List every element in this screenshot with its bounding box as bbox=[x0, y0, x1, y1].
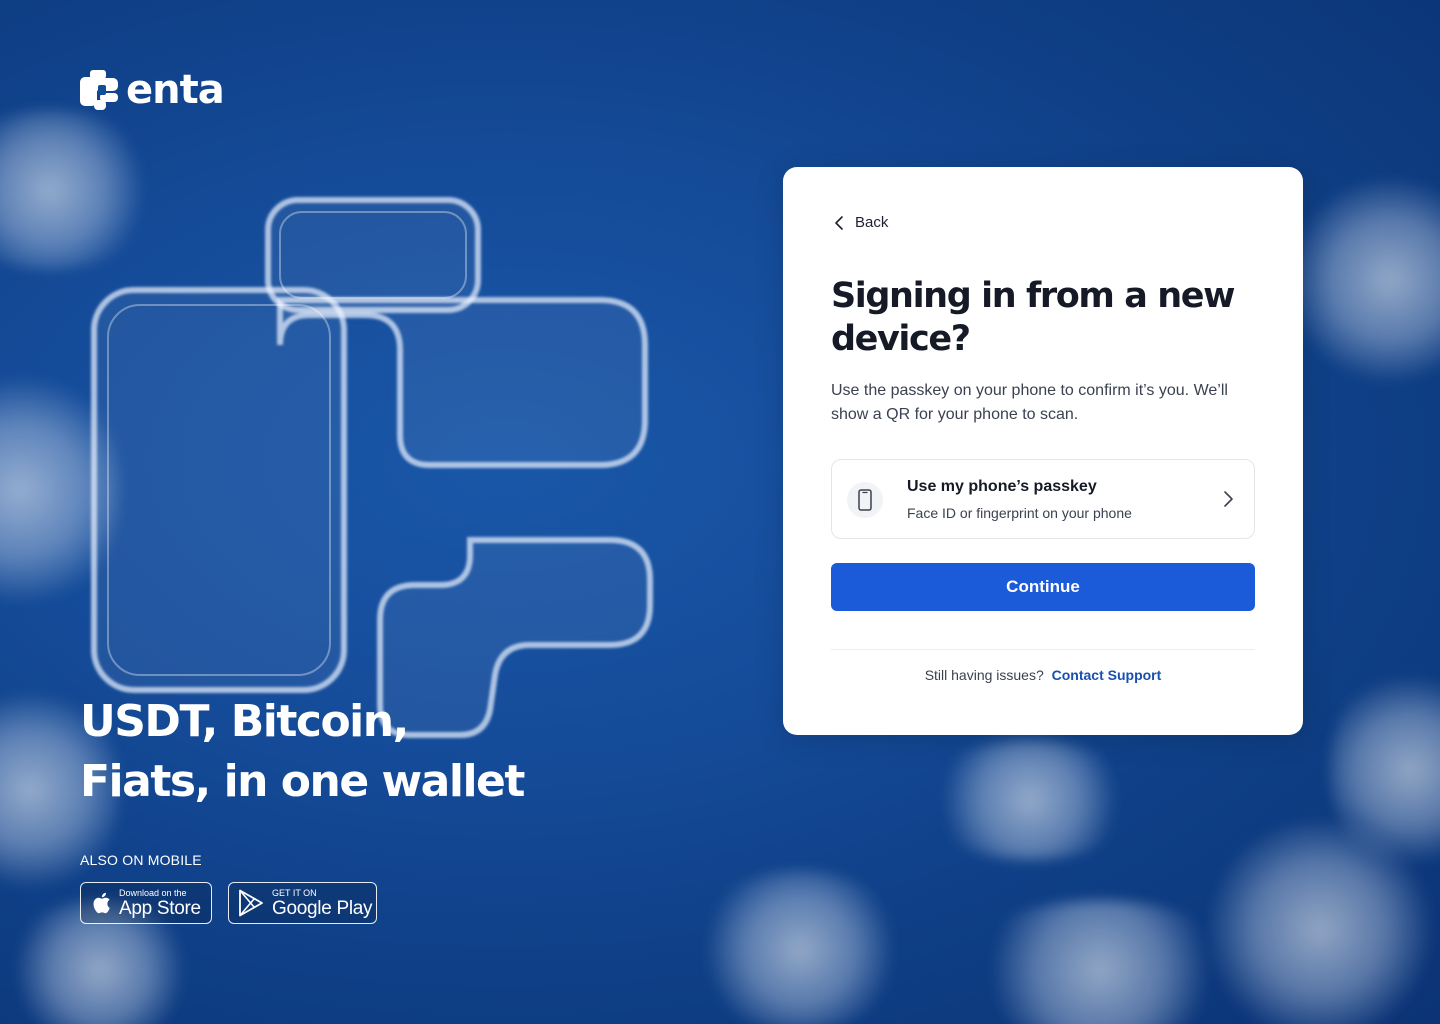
glass-logo-mark-icon bbox=[91, 197, 653, 738]
back-button[interactable]: Back bbox=[833, 214, 888, 231]
contact-support-link[interactable]: Contact Support bbox=[1052, 667, 1162, 683]
cloud bbox=[960, 900, 1240, 1024]
cloud bbox=[690, 870, 910, 1024]
option-title: Use my phone’s passkey bbox=[907, 478, 1097, 495]
support-row: Still having issues? Contact Support bbox=[783, 667, 1303, 683]
app-store-big-text: App Store bbox=[119, 897, 201, 919]
divider bbox=[831, 649, 1255, 650]
cloud bbox=[1200, 820, 1440, 1024]
option-subtitle: Face ID or fingerprint on your phone bbox=[907, 505, 1132, 521]
page-description: Use the passkey on your phone to confirm… bbox=[831, 382, 1228, 423]
brand-name: enta bbox=[126, 67, 225, 113]
cloud bbox=[1290, 170, 1440, 390]
app-store-small-text: Download on the bbox=[119, 887, 187, 898]
sign-in-card: Back Signing in from a new device? Use t… bbox=[783, 167, 1303, 735]
page-title: Signing in from a new device? bbox=[831, 276, 1235, 359]
brand-logo[interactable]: enta bbox=[80, 67, 225, 113]
tagline-line-2: Fiats, in one wallet bbox=[80, 756, 525, 807]
chevron-right-icon bbox=[1224, 491, 1233, 507]
back-label: Back bbox=[855, 214, 889, 231]
sign-in-page: enta USDT, Bitcoin, Fiats, in one wallet… bbox=[0, 0, 1440, 1024]
google-play-icon bbox=[239, 889, 263, 917]
enta-logo-icon bbox=[80, 70, 118, 110]
hero-tagline: USDT, Bitcoin, Fiats, in one wallet bbox=[80, 692, 540, 812]
app-store-button[interactable]: Download on the App Store bbox=[80, 882, 212, 924]
chevron-left-icon bbox=[835, 215, 843, 230]
support-prompt: Still having issues? bbox=[924, 667, 1044, 683]
apple-icon bbox=[93, 892, 110, 914]
tagline-line-1: USDT, Bitcoin, bbox=[80, 696, 409, 747]
phone-icon bbox=[858, 489, 872, 511]
google-play-small-text: GET IT ON bbox=[272, 887, 317, 898]
phone-icon-wrapper bbox=[847, 482, 883, 518]
also-on-mobile-label: ALSO ON MOBILE bbox=[80, 852, 202, 868]
google-play-button[interactable]: GET IT ON Google Play bbox=[228, 882, 377, 924]
continue-button[interactable]: Continue bbox=[831, 563, 1255, 611]
phone-passkey-option[interactable]: Use my phone’s passkey Face ID or finger… bbox=[831, 459, 1255, 539]
cloud bbox=[920, 740, 1140, 860]
google-play-big-text: Google Play bbox=[272, 897, 373, 919]
